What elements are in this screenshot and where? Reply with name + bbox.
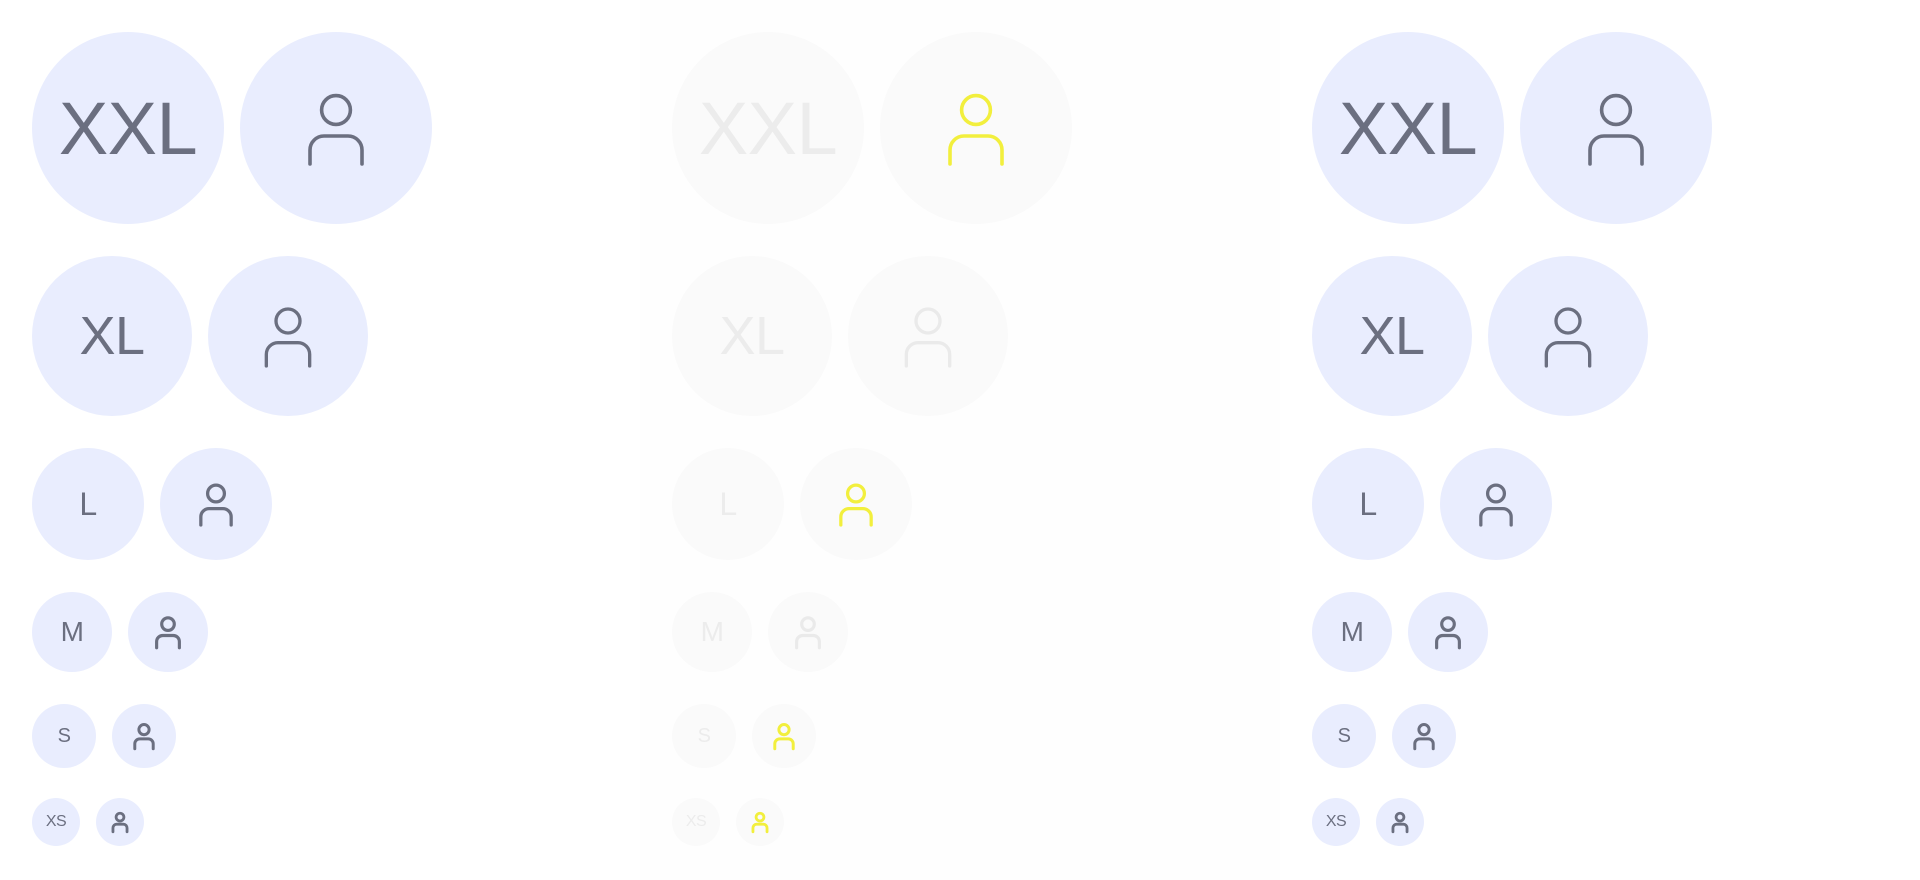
avatar-icon-xxl bbox=[880, 32, 1072, 224]
avatar-icon-xs bbox=[96, 798, 144, 846]
avatar-icon-xxl bbox=[1520, 32, 1712, 224]
avatar-initials-xxl: XXL bbox=[1312, 32, 1504, 224]
avatar-initials-m: M bbox=[32, 592, 112, 672]
avatar-initials-s: S bbox=[1312, 704, 1376, 768]
avatar-icon-l bbox=[1440, 448, 1552, 560]
avatar-initials-xs: XS bbox=[32, 798, 80, 846]
avatar-icon-xl bbox=[1488, 256, 1648, 416]
user-icon bbox=[155, 616, 181, 650]
user-icon bbox=[773, 723, 795, 751]
avatar-initials-label: L bbox=[719, 485, 737, 522]
avatar-initials-label: M bbox=[1340, 616, 1364, 647]
avatar-initials-label: XXL bbox=[698, 86, 838, 170]
avatar-initials-l: L bbox=[32, 448, 144, 560]
avatar-panel-3: XXL XL L M S XS bbox=[1280, 0, 1920, 880]
avatar-initials-l: L bbox=[1312, 448, 1424, 560]
avatar-initials-label: XS bbox=[1325, 813, 1347, 830]
user-icon bbox=[751, 811, 769, 834]
user-icon bbox=[111, 811, 129, 834]
avatar-icon-m bbox=[1408, 592, 1488, 672]
avatar-initials-m: M bbox=[1312, 592, 1392, 672]
avatar-initials-xs: XS bbox=[1312, 798, 1360, 846]
avatar-initials-xl: XL bbox=[32, 256, 192, 416]
user-icon bbox=[1435, 616, 1461, 650]
avatar-initials-label: S bbox=[57, 724, 71, 747]
avatar-icon-xxl bbox=[240, 32, 432, 224]
avatar-initials-xxl: XXL bbox=[672, 32, 864, 224]
avatar-icon-s bbox=[112, 704, 176, 768]
avatar-panel-2: XXL XL L M S XS bbox=[640, 0, 1280, 880]
avatar-icon-m bbox=[128, 592, 208, 672]
avatar-icon-l bbox=[160, 448, 272, 560]
avatar-icon-xl bbox=[848, 256, 1008, 416]
avatar-initials-label: S bbox=[1337, 724, 1351, 747]
avatar-initials-label: M bbox=[700, 616, 724, 647]
avatar-initials-label: XL bbox=[79, 306, 145, 366]
avatar-initials-xxl: XXL bbox=[32, 32, 224, 224]
avatar-size-showcase: XXL XL L M S XS XXL XL L M S XS XXL XL L… bbox=[0, 0, 1920, 880]
avatar-icon-s bbox=[752, 704, 816, 768]
avatar-initials-s: S bbox=[672, 704, 736, 768]
user-icon bbox=[199, 483, 233, 527]
avatar-panel-1: XXL XL L M S XS bbox=[0, 0, 640, 880]
user-icon bbox=[264, 307, 312, 368]
avatar-initials-label: XL bbox=[719, 306, 785, 366]
avatar-icon-s bbox=[1392, 704, 1456, 768]
avatar-initials-s: S bbox=[32, 704, 96, 768]
user-icon bbox=[1588, 93, 1644, 166]
avatar-initials-label: XS bbox=[685, 813, 707, 830]
avatar-initials-label: S bbox=[697, 724, 711, 747]
avatar-initials-label: XXL bbox=[1338, 86, 1478, 170]
avatar-initials-label: XXL bbox=[58, 86, 198, 170]
avatar-initials-label: XS bbox=[45, 813, 67, 830]
avatar-initials-label: M bbox=[60, 616, 84, 647]
user-icon bbox=[1479, 483, 1513, 527]
avatar-icon-l bbox=[800, 448, 912, 560]
user-icon bbox=[1413, 723, 1435, 751]
avatar-icon-xl bbox=[208, 256, 368, 416]
user-icon bbox=[904, 307, 952, 368]
avatar-initials-m: M bbox=[672, 592, 752, 672]
user-icon bbox=[795, 616, 821, 650]
avatar-initials-l: L bbox=[672, 448, 784, 560]
avatar-initials-xl: XL bbox=[672, 256, 832, 416]
avatar-icon-xs bbox=[736, 798, 784, 846]
avatar-icon-xs bbox=[1376, 798, 1424, 846]
avatar-icon-m bbox=[768, 592, 848, 672]
user-icon bbox=[133, 723, 155, 751]
avatar-initials-label: L bbox=[1359, 485, 1377, 522]
user-icon bbox=[948, 93, 1004, 166]
avatar-initials-label: L bbox=[79, 485, 97, 522]
user-icon bbox=[1544, 307, 1592, 368]
user-icon bbox=[1391, 811, 1409, 834]
avatar-initials-label: XL bbox=[1359, 306, 1425, 366]
user-icon bbox=[839, 483, 873, 527]
user-icon bbox=[308, 93, 364, 166]
avatar-initials-xs: XS bbox=[672, 798, 720, 846]
avatar-initials-xl: XL bbox=[1312, 256, 1472, 416]
